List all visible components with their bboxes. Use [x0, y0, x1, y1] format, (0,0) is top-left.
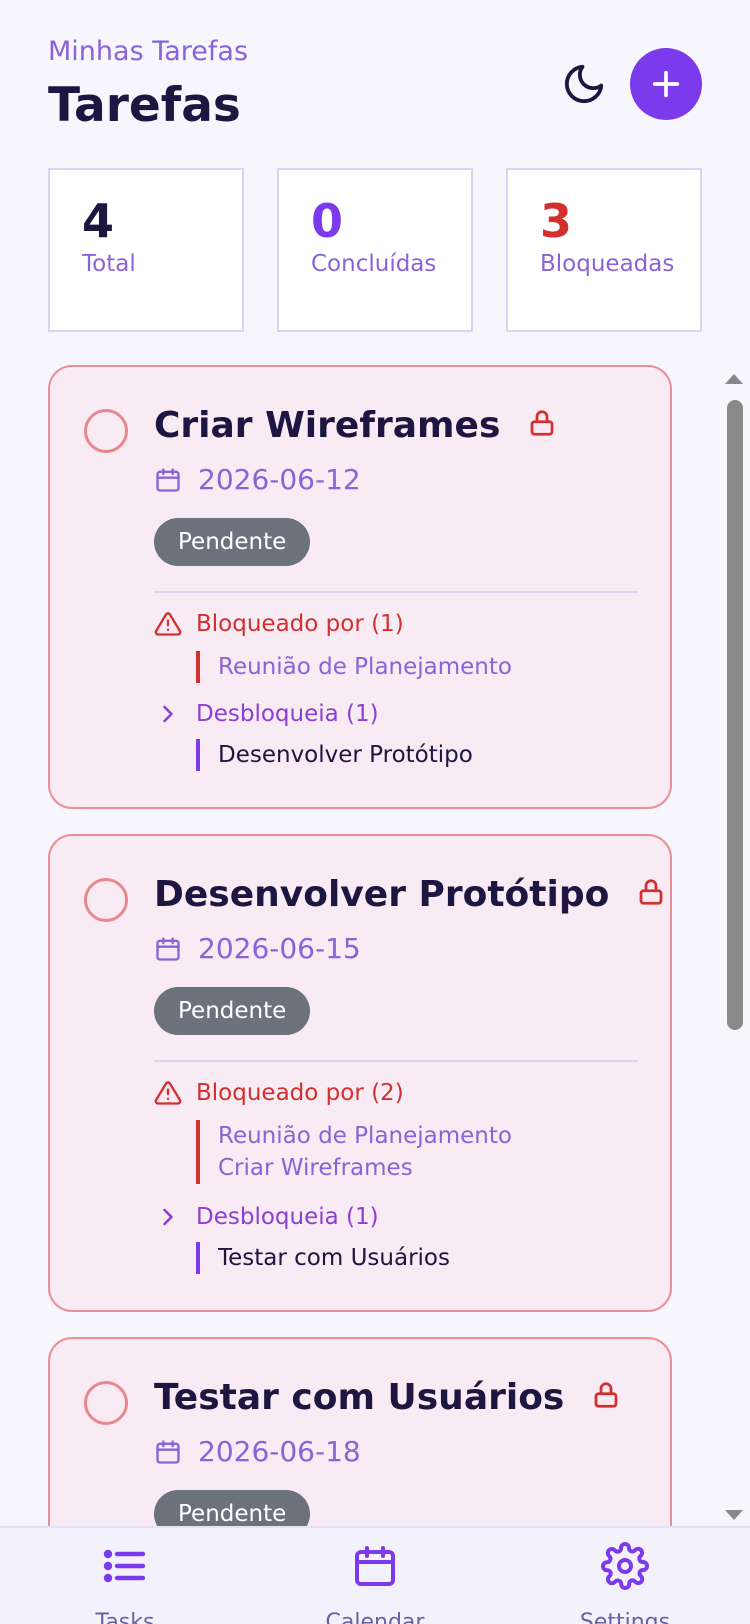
- blocked-by-list: Reunião de Planejamento: [196, 651, 512, 683]
- task-date: 2026-06-12: [154, 463, 361, 496]
- stat-card-completed: 0 Concluídas: [277, 168, 473, 332]
- complete-checkbox[interactable]: [84, 878, 128, 922]
- nav-calendar-label: Calendar: [325, 1610, 425, 1624]
- task-card[interactable]: Desenvolver Protótipo 2026-06-15 Pendent…: [48, 834, 672, 1312]
- lock-icon: [530, 410, 554, 436]
- unblocks-label: Desbloqueia (1): [196, 701, 379, 727]
- blocked-by-label: Bloqueado por (1): [196, 611, 404, 637]
- bottom-nav: Tasks Calendar Settings: [0, 1526, 750, 1624]
- stat-completed-value: 0: [311, 194, 344, 248]
- status-badge: Pendente: [154, 987, 311, 1035]
- task-date: 2026-06-15: [154, 932, 361, 965]
- theme-toggle-button[interactable]: [556, 56, 612, 112]
- plus-icon: [652, 70, 680, 98]
- calendar-icon: [156, 467, 180, 492]
- complete-checkbox[interactable]: [84, 1381, 128, 1425]
- nav-tasks[interactable]: Tasks: [45, 1542, 205, 1624]
- unblocks-list: Desenvolver Protótipo: [196, 739, 473, 771]
- warning-icon: [154, 612, 182, 636]
- blocked-by-list: Reunião de Planejamento Criar Wireframes: [196, 1120, 512, 1184]
- blocked-by-header: Bloqueado por (1): [154, 610, 404, 638]
- scroll-thumb[interactable]: [727, 400, 743, 1030]
- unblocks-header[interactable]: Desbloqueia (1): [154, 700, 379, 728]
- blocked-by-header: Bloqueado por (2): [154, 1079, 404, 1107]
- calendar-icon: [156, 1439, 180, 1464]
- blocked-by-label: Bloqueado por (2): [196, 1080, 404, 1106]
- task-card[interactable]: Criar Wireframes 2026-06-12 Pendente Blo…: [48, 365, 672, 809]
- app-header: Minhas Tarefas Tarefas: [48, 34, 702, 134]
- status-badge: Pendente: [154, 1490, 311, 1526]
- stat-card-blocked: 3 Bloqueadas: [506, 168, 702, 332]
- task-title-text: Criar Wireframes: [154, 405, 501, 446]
- chevron-right-icon: [163, 705, 173, 723]
- blocked-by-item[interactable]: Criar Wireframes: [218, 1152, 512, 1184]
- task-list[interactable]: Criar Wireframes 2026-06-12 Pendente Blo…: [0, 360, 750, 1526]
- scroll-down-arrow[interactable]: [725, 1510, 743, 1520]
- divider: [154, 1060, 638, 1062]
- task-date-text: 2026-06-12: [198, 463, 361, 496]
- page-title: Tarefas: [48, 78, 241, 133]
- unblocks-item[interactable]: Testar com Usuários: [218, 1242, 450, 1274]
- divider: [154, 591, 638, 593]
- blocked-by-item[interactable]: Reunião de Planejamento: [218, 651, 512, 683]
- nav-settings[interactable]: Settings: [545, 1542, 705, 1624]
- task-card[interactable]: Testar com Usuários 2026-06-18 Pendente: [48, 1337, 672, 1526]
- task-title: Desenvolver Protótipo: [154, 874, 666, 915]
- task-title-text: Desenvolver Protótipo: [154, 874, 610, 915]
- task-title-text: Testar com Usuários: [154, 1377, 565, 1418]
- calendar-icon: [355, 1546, 395, 1586]
- warning-icon: [154, 1081, 182, 1105]
- lock-icon: [594, 1382, 618, 1408]
- task-title: Testar com Usuários: [154, 1377, 621, 1418]
- stat-total-value: 4: [82, 194, 115, 248]
- list-icon: [103, 1549, 146, 1583]
- blocked-by-item[interactable]: Reunião de Planejamento: [218, 1120, 512, 1152]
- scrollbar[interactable]: [724, 372, 746, 1522]
- unblocks-list: Testar com Usuários: [196, 1242, 450, 1274]
- task-date: 2026-06-18: [154, 1435, 361, 1468]
- complete-checkbox[interactable]: [84, 409, 128, 453]
- calendar-icon: [156, 936, 180, 961]
- moon-icon: [564, 64, 604, 104]
- stat-total-label: Total: [82, 251, 136, 277]
- task-title: Criar Wireframes: [154, 405, 557, 446]
- scroll-up-arrow[interactable]: [725, 374, 743, 384]
- stat-completed-label: Concluídas: [311, 251, 437, 277]
- stat-blocked-label: Bloqueadas: [540, 251, 675, 277]
- nav-tasks-label: Tasks: [95, 1610, 155, 1624]
- task-date-text: 2026-06-15: [198, 932, 361, 965]
- stat-blocked-value: 3: [540, 194, 573, 248]
- status-badge: Pendente: [154, 518, 311, 566]
- chevron-right-icon: [163, 1208, 173, 1226]
- stat-card-total: 4 Total: [48, 168, 244, 332]
- add-task-button[interactable]: [630, 48, 702, 120]
- unblocks-item[interactable]: Desenvolver Protótipo: [218, 739, 473, 771]
- app-subtitle: Minhas Tarefas: [48, 36, 249, 67]
- lock-icon: [639, 879, 663, 905]
- nav-calendar[interactable]: Calendar: [295, 1542, 455, 1624]
- task-date-text: 2026-06-18: [198, 1435, 361, 1468]
- gear-icon: [601, 1542, 649, 1590]
- unblocks-label: Desbloqueia (1): [196, 1204, 379, 1230]
- stats-row: 4 Total 0 Concluídas 3 Bloqueadas: [48, 168, 702, 332]
- unblocks-header[interactable]: Desbloqueia (1): [154, 1203, 379, 1231]
- nav-settings-label: Settings: [579, 1610, 671, 1624]
